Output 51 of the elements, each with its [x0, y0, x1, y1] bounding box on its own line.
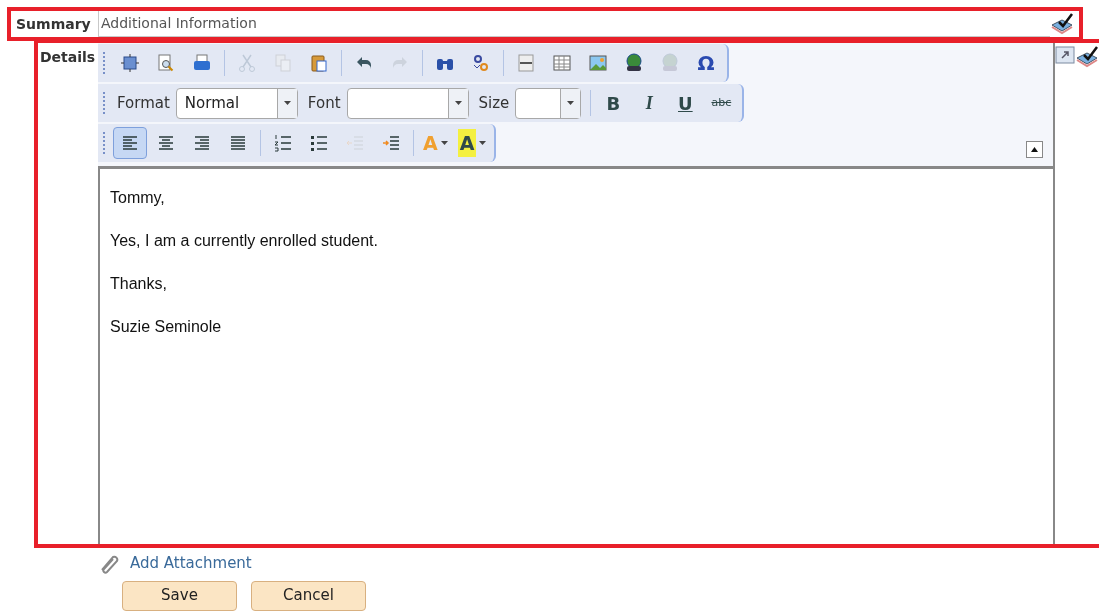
- dropdown-value: Normal: [183, 92, 241, 114]
- paragraph: Yes, I am a currently enrolled student.: [110, 231, 379, 251]
- globe-unlink-icon: [660, 53, 680, 73]
- caret-icon: [567, 101, 575, 105]
- italic-button[interactable]: I: [632, 87, 667, 119]
- spellcheck-book-icon[interactable]: [1075, 46, 1099, 68]
- outdent-icon: [345, 133, 365, 153]
- align-center-icon: [156, 133, 176, 153]
- toolbar-label: Size: [477, 92, 511, 114]
- caret-icon: [479, 141, 487, 145]
- collapse-toolbar-button[interactable]: [1026, 141, 1043, 158]
- print-icon: [192, 53, 212, 73]
- summary-field[interactable]: Additional Information: [98, 11, 1050, 37]
- paste-icon: [309, 53, 329, 73]
- strike-button[interactable]: abc: [704, 87, 739, 119]
- underline-button[interactable]: U: [668, 87, 703, 119]
- replace-icon: [471, 53, 491, 73]
- numbered-list-icon: [273, 133, 293, 153]
- bullet-list-icon: [309, 133, 329, 153]
- align-right-icon: [192, 133, 212, 153]
- special-character-button[interactable]: Ω: [689, 47, 723, 79]
- toolbar-dropdown[interactable]: Normal: [175, 87, 298, 119]
- caret-icon: [454, 101, 462, 105]
- maximize-icon: [120, 53, 140, 73]
- triangle-up-icon: [1031, 147, 1038, 152]
- popout-icon[interactable]: [1055, 46, 1075, 64]
- image-icon: [588, 53, 608, 73]
- add-attachment-link[interactable]: Add Attachment: [130, 552, 252, 575]
- cut-icon: [237, 53, 257, 73]
- caret-icon: [283, 101, 291, 105]
- caret-icon: [440, 141, 448, 145]
- paragraph: Thanks,: [110, 274, 168, 294]
- toolbar-button[interactable]: [113, 127, 147, 159]
- highlight-color-button[interactable]: A: [453, 127, 491, 159]
- toolbar-label: Font: [306, 92, 342, 114]
- paragraph: Suzie Seminole: [110, 317, 223, 337]
- spellcheck-book-icon[interactable]: [1050, 13, 1074, 35]
- preview-icon: [156, 53, 176, 73]
- table-icon: [552, 53, 572, 73]
- field-label: Details: [40, 48, 97, 67]
- indent-icon: [381, 133, 401, 153]
- justify-icon: [228, 133, 248, 153]
- field-label: Summary: [16, 14, 92, 34]
- globe-link-icon: [624, 53, 644, 73]
- form-button[interactable]: Save: [122, 580, 237, 611]
- bold-button[interactable]: B: [596, 87, 631, 119]
- align-left-icon: [120, 133, 140, 153]
- paragraph: Tommy,: [110, 188, 166, 208]
- form-button[interactable]: Cancel: [251, 580, 366, 611]
- toolbar-label: Format: [116, 92, 171, 114]
- editor-content[interactable]: Tommy, Yes, I am a currently enrolled student. Thanks, Suzie Seminole: [98, 166, 1053, 546]
